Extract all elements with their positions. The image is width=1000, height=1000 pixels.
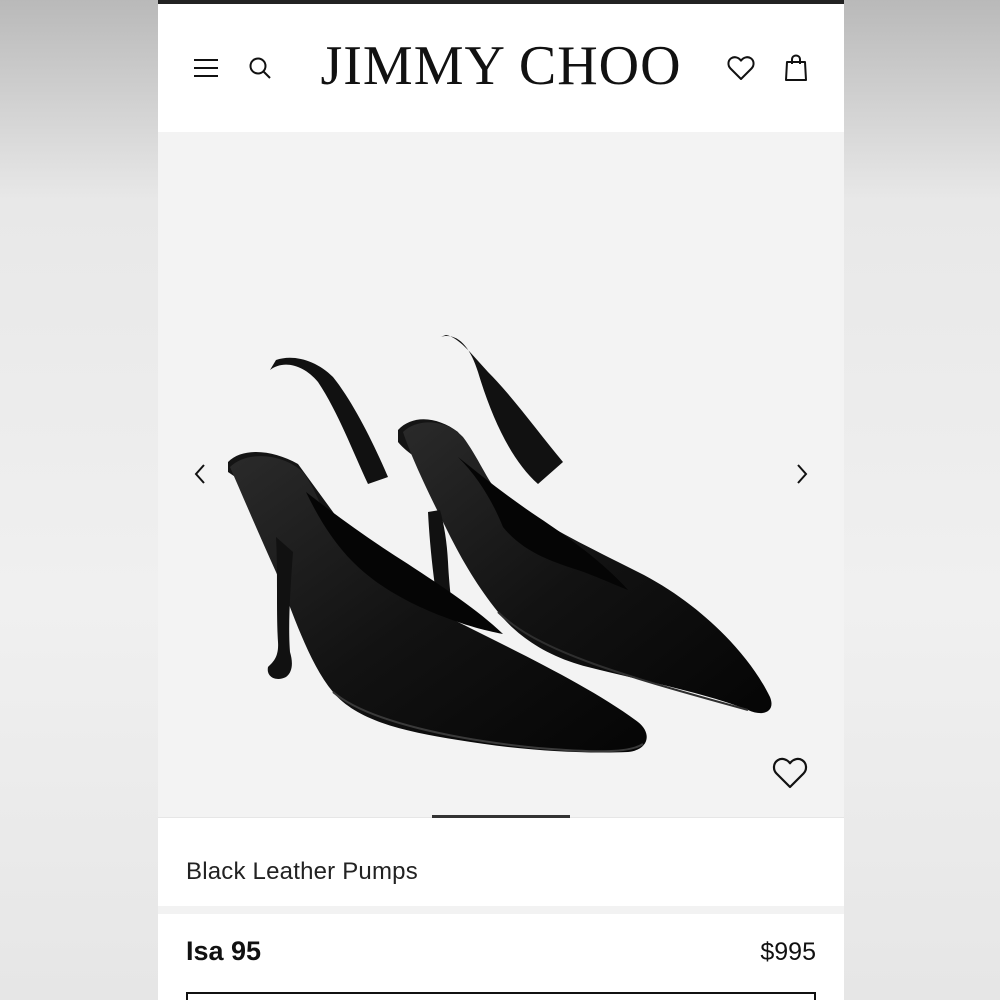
menu-icon[interactable]: [190, 52, 222, 84]
product-price: $995: [760, 938, 816, 966]
search-icon[interactable]: [244, 52, 276, 84]
product-image: [228, 335, 772, 753]
previous-image-arrow[interactable]: [186, 460, 214, 488]
product-image-gallery[interactable]: [158, 132, 844, 818]
heart-icon[interactable]: [725, 52, 757, 84]
product-subtitle: Black Leather Pumps: [186, 858, 418, 885]
background-right: [844, 0, 1000, 1000]
section-divider: [158, 906, 844, 914]
site-header: JIMMY CHOO: [158, 4, 844, 132]
shopping-bag-icon[interactable]: [780, 52, 812, 84]
add-to-wishlist-heart-icon[interactable]: [772, 756, 808, 792]
size-selector-box[interactable]: [186, 992, 816, 1000]
product-name: Isa 95: [186, 936, 262, 966]
app-screen: JIMMY CHOO Black Leather Pumps Isa 95 $9…: [158, 0, 844, 1000]
background-left: [0, 0, 158, 1000]
gallery-pagination-indicator: [432, 815, 570, 818]
next-image-arrow[interactable]: [788, 460, 816, 488]
